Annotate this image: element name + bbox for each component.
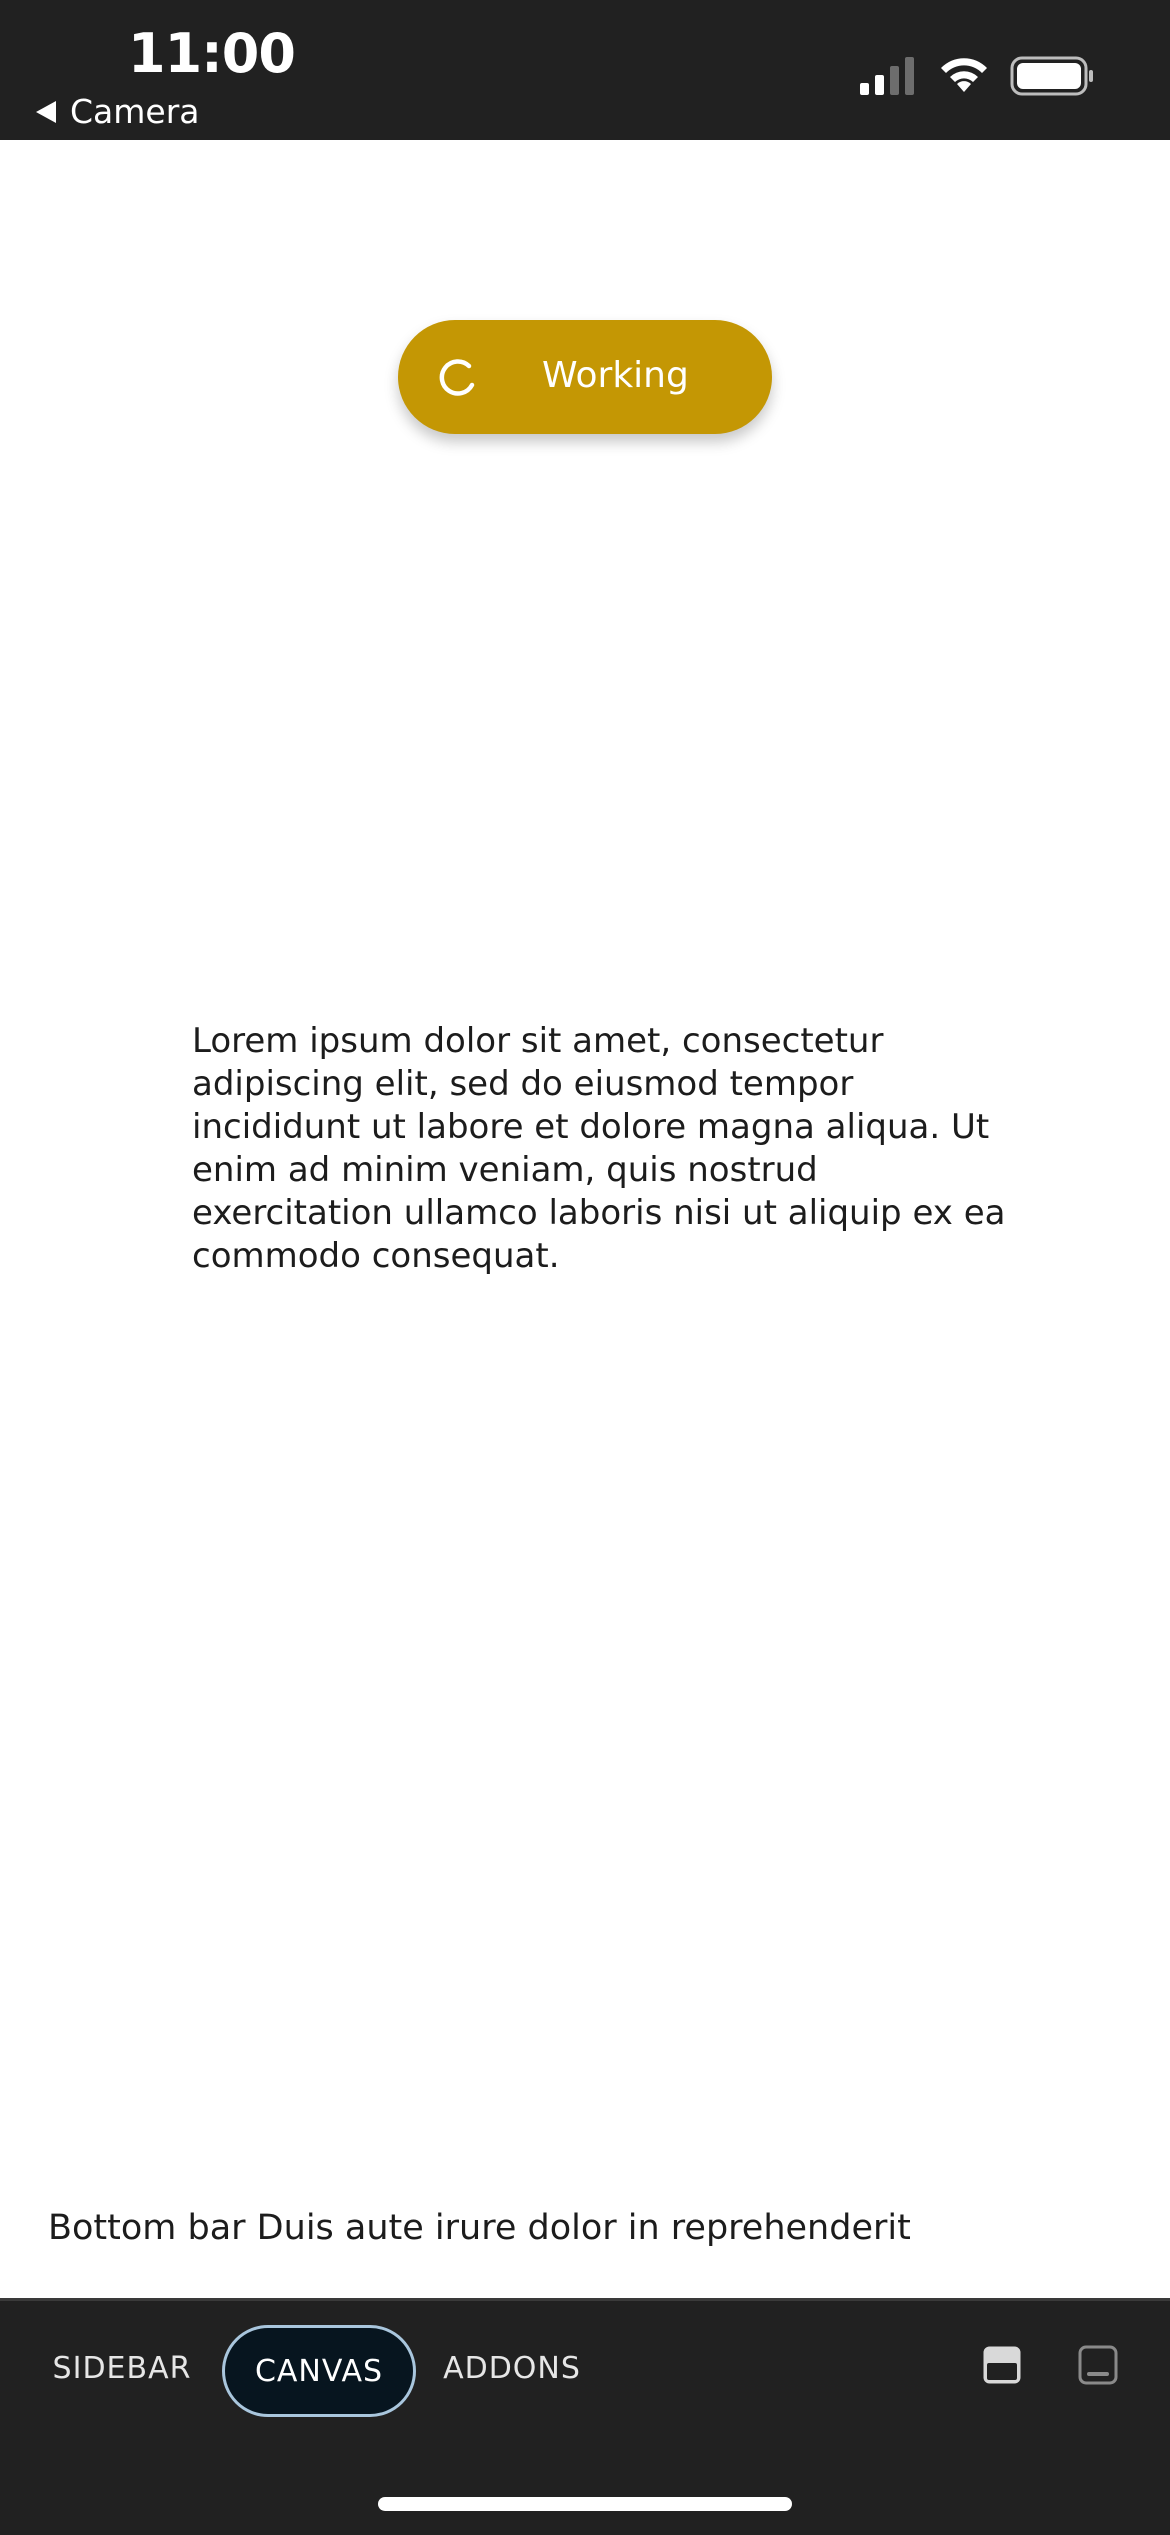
status-time: 11:00 (128, 22, 296, 85)
back-app-label: Camera (70, 92, 200, 131)
working-label: Working (542, 355, 689, 396)
tab-sidebar[interactable]: SIDEBAR (34, 2325, 210, 2411)
status-bar: 11:00 Camera (0, 0, 1170, 140)
battery-icon (1010, 56, 1093, 96)
tab-canvas[interactable]: CANVAS (222, 2325, 416, 2417)
working-indicator: Working (398, 320, 772, 434)
body-text: Lorem ipsum dolor sit amet, consectetur … (192, 1021, 1006, 1276)
panel-bottom-icon[interactable] (1078, 2345, 1118, 2385)
bottom-bar-text: Bottom bar Duis aute irure dolor in repr… (48, 2208, 911, 2248)
status-icons (860, 56, 1094, 96)
home-indicator[interactable] (378, 2497, 792, 2511)
wifi-icon (941, 58, 987, 92)
cellular-signal-icon (860, 57, 914, 95)
tab-addons[interactable]: ADDONS (428, 2325, 596, 2411)
back-to-app-link[interactable]: Camera (36, 92, 200, 131)
spinner-icon (439, 359, 475, 396)
panel-top-icon[interactable] (982, 2345, 1022, 2385)
bottom-toolbar: SIDEBAR CANVAS ADDONS (0, 2298, 1170, 2535)
back-arrow-icon (36, 100, 56, 123)
